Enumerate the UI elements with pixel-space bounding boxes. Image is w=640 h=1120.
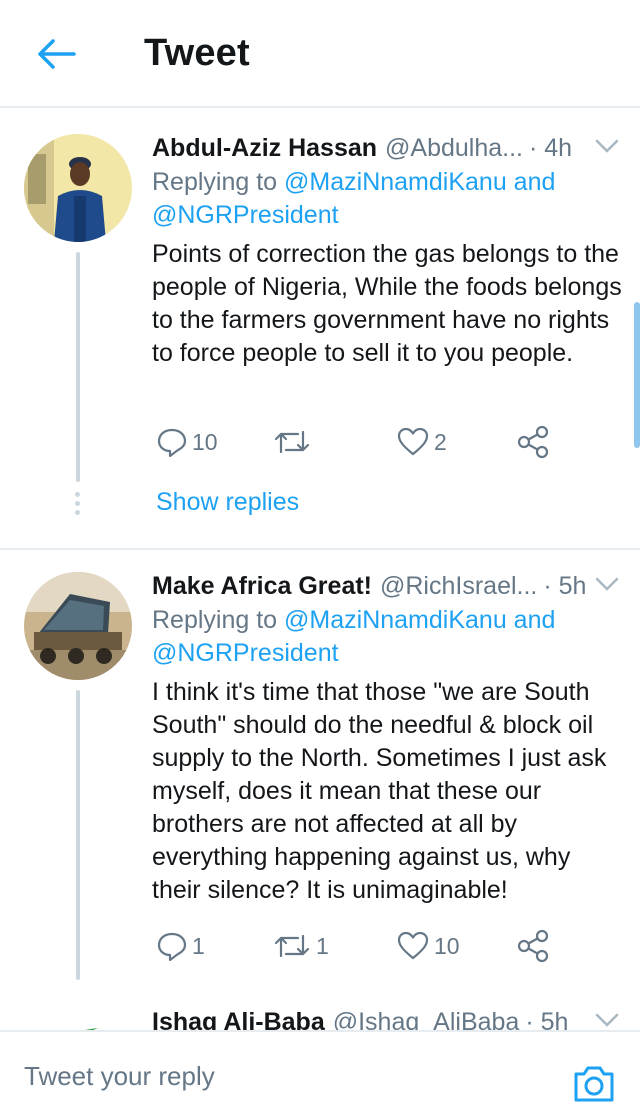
replying-prefix: Replying to	[152, 606, 285, 634]
tweet-card[interactable]: Ishaq Ali-Baba @Ishaq_AliBaba · 5h	[0, 990, 640, 1030]
mention-link[interactable]: @NGRPresident	[152, 201, 339, 229]
like-button[interactable]: 10	[396, 926, 460, 966]
replying-to: Replying to @MaziNnamdiKanu and @NGRPres…	[152, 604, 612, 670]
author-name[interactable]: Abdul-Aziz Hassan	[152, 134, 377, 163]
like-icon	[397, 931, 429, 960]
retweet-icon	[274, 430, 310, 454]
back-button[interactable]	[30, 30, 82, 78]
tweet-time: · 4h	[529, 133, 573, 162]
retweet-button[interactable]	[272, 422, 316, 462]
thread-line	[76, 252, 80, 482]
tweet-actions: 1 1 10	[152, 926, 572, 966]
like-count: 2	[434, 428, 447, 455]
tweet-time: · 5h	[525, 1007, 569, 1031]
chevron-down-icon[interactable]	[592, 1008, 622, 1030]
like-icon	[397, 427, 429, 456]
tweet-time: · 5h	[543, 571, 587, 600]
share-icon	[517, 425, 549, 459]
author-handle[interactable]: @Abdulha...	[385, 134, 523, 163]
share-button[interactable]	[516, 422, 554, 462]
thread-line	[76, 690, 80, 980]
mention-link[interactable]: @MaziNnamdiKanu	[284, 606, 507, 634]
reply-button[interactable]: 1	[156, 926, 205, 966]
author-name[interactable]: Ishaq Ali-Baba	[152, 1008, 325, 1031]
replies-feed: Abdul-Aziz Hassan @Abdulha... · 4h Reply…	[0, 110, 640, 1030]
scrollbar[interactable]	[634, 302, 640, 448]
chevron-down-icon[interactable]	[592, 572, 622, 596]
tweet-card[interactable]: Make Africa Great! @RichIsrael... · 5h R…	[0, 550, 640, 990]
author-name[interactable]: Make Africa Great!	[152, 572, 372, 601]
show-replies-link[interactable]: Show replies	[156, 488, 299, 517]
mention-link[interactable]: @NGRPresident	[152, 639, 339, 667]
tweet-header: Ishaq Ali-Baba @Ishaq_AliBaba · 5h	[152, 1004, 622, 1030]
reply-count: 10	[192, 428, 218, 455]
tweet-header: Make Africa Great! @RichIsrael... · 5h	[152, 568, 622, 604]
replying-prefix: Replying to	[152, 168, 285, 196]
author-handle[interactable]: @RichIsrael...	[380, 572, 537, 601]
like-count: 10	[434, 932, 460, 959]
replying-and[interactable]: and	[507, 168, 556, 196]
back-arrow-icon	[38, 39, 76, 69]
tweet-header: Abdul-Aziz Hassan @Abdulha... · 4h	[152, 130, 622, 166]
reply-composer	[0, 1030, 640, 1120]
retweet-icon	[274, 934, 310, 958]
replying-and[interactable]: and	[507, 606, 556, 634]
top-bar: Tweet	[0, 0, 640, 108]
thread-dots	[75, 492, 81, 519]
mention-link[interactable]: @MaziNnamdiKanu	[284, 168, 507, 196]
retweet-count: 1	[316, 932, 329, 959]
camera-icon	[574, 1066, 614, 1102]
camera-button[interactable]	[572, 1064, 616, 1108]
share-button[interactable]	[516, 926, 554, 966]
retweet-button[interactable]: 1	[272, 926, 329, 966]
replying-to: Replying to @MaziNnamdiKanu and @NGRPres…	[152, 166, 612, 232]
tweet-card[interactable]: Abdul-Aziz Hassan @Abdulha... · 4h Reply…	[0, 110, 640, 550]
tweet-text: Points of correction the gas belongs to …	[152, 240, 622, 367]
share-icon	[517, 929, 549, 963]
chevron-down-icon[interactable]	[592, 134, 622, 158]
tweet-actions: 10 2	[152, 422, 572, 462]
reply-button[interactable]: 10	[156, 422, 218, 462]
avatar[interactable]	[24, 1010, 132, 1030]
reply-icon	[157, 932, 187, 962]
reply-icon	[157, 428, 187, 458]
page-title: Tweet	[144, 32, 250, 74]
like-button[interactable]: 2	[396, 422, 447, 462]
reply-input[interactable]	[0, 1032, 540, 1120]
avatar[interactable]	[24, 134, 132, 242]
avatar[interactable]	[24, 572, 132, 680]
author-handle[interactable]: @Ishaq_AliBaba	[333, 1008, 520, 1031]
reply-count: 1	[192, 932, 205, 959]
tweet-text: I think it's time that those "we are Sou…	[152, 678, 607, 904]
